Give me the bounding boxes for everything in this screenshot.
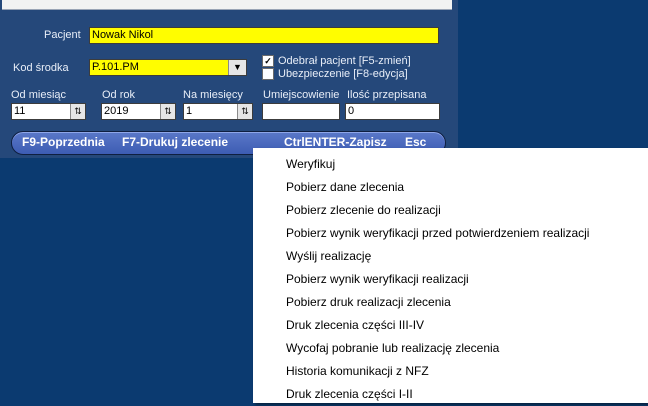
insurance-checkbox[interactable] [262,68,274,80]
menu-item-fetch-realization-printout[interactable]: Pobierz druk realizacji zlecenia [286,291,451,314]
patient-field[interactable]: Nowak Nikol [89,27,439,44]
received-checkbox-row[interactable]: ✓ Odebrał pacjent [F5-zmień] [262,55,411,67]
menu-item-fetch-realization-verification[interactable]: Pobierz wynik weryfikacji realizacji [286,268,469,291]
menu-item-verify[interactable]: Weryfikuj [286,153,335,176]
chevron-down-icon[interactable]: ▼ [228,60,246,75]
prev-shortcut-button[interactable]: F9-Poprzednia [22,135,105,149]
from-month-spinner[interactable]: 11 ⇅ [11,103,86,120]
drug-code-label: Kod środka [13,62,69,74]
save-shortcut-button[interactable]: CtrlENTER-Zapisz [284,135,387,149]
quantity-field[interactable]: 0 [345,103,440,120]
patient-label: Pacjent [44,29,81,41]
checkmark-icon[interactable]: ✓ [262,55,274,67]
menu-item-fetch-order-for-realization[interactable]: Pobierz zlecenie do realizacji [286,199,441,222]
from-month-value: 11 [14,105,26,117]
insurance-checkbox-label: Ubezpieczenie [F8-edycja] [278,68,408,80]
context-menu: Weryfikuj Pobierz dane zlecenia Pobierz … [253,148,648,403]
prescription-form-panel: Pacjent Nowak Nikol Kod środka P.101.PM … [0,0,458,158]
location-field[interactable] [262,103,340,120]
print-shortcut-button[interactable]: F7-Drukuj zlecenie [122,135,228,149]
menu-item-fetch-verification-before-confirm[interactable]: Pobierz wynik weryfikacji przed potwierd… [286,222,589,245]
location-label: Umiejscowienie [263,89,340,101]
top-edge-strip [2,0,452,10]
months-spinner[interactable]: 1 ⇅ [183,103,253,120]
from-year-spinner[interactable]: 2019 ⇅ [101,103,176,120]
menu-item-withdraw-realization[interactable]: Wycofaj pobranie lub realizację zlecenia [286,337,499,360]
drug-code-combo[interactable]: P.101.PM ▼ [89,59,247,76]
spin-arrows-icon[interactable]: ⇅ [160,104,175,119]
menu-item-nfz-history[interactable]: Historia komunikacji z NFZ [286,360,429,383]
spin-arrows-icon[interactable]: ⇅ [237,104,252,119]
from-month-label: Od miesiąc [11,89,67,101]
drug-code-value: P.101.PM [92,61,139,73]
months-label: Na miesięcy [183,89,243,101]
from-year-value: 2019 [104,105,129,117]
esc-shortcut-button[interactable]: Esc [405,135,426,149]
from-year-label: Od rok [102,89,136,101]
insurance-checkbox-row[interactable]: Ubezpieczenie [F8-edycja] [262,68,408,80]
spin-arrows-icon[interactable]: ⇅ [70,104,85,119]
quantity-label: Ilość przepisana [347,89,427,101]
received-checkbox-label: Odebrał pacjent [F5-zmień] [278,55,411,67]
months-value: 1 [186,105,193,117]
menu-item-fetch-order-data[interactable]: Pobierz dane zlecenia [286,176,404,199]
menu-item-send-realization[interactable]: Wyślij realizację [286,245,371,268]
menu-item-print-parts-3-4[interactable]: Druk zlecenia części III-IV [286,314,424,337]
